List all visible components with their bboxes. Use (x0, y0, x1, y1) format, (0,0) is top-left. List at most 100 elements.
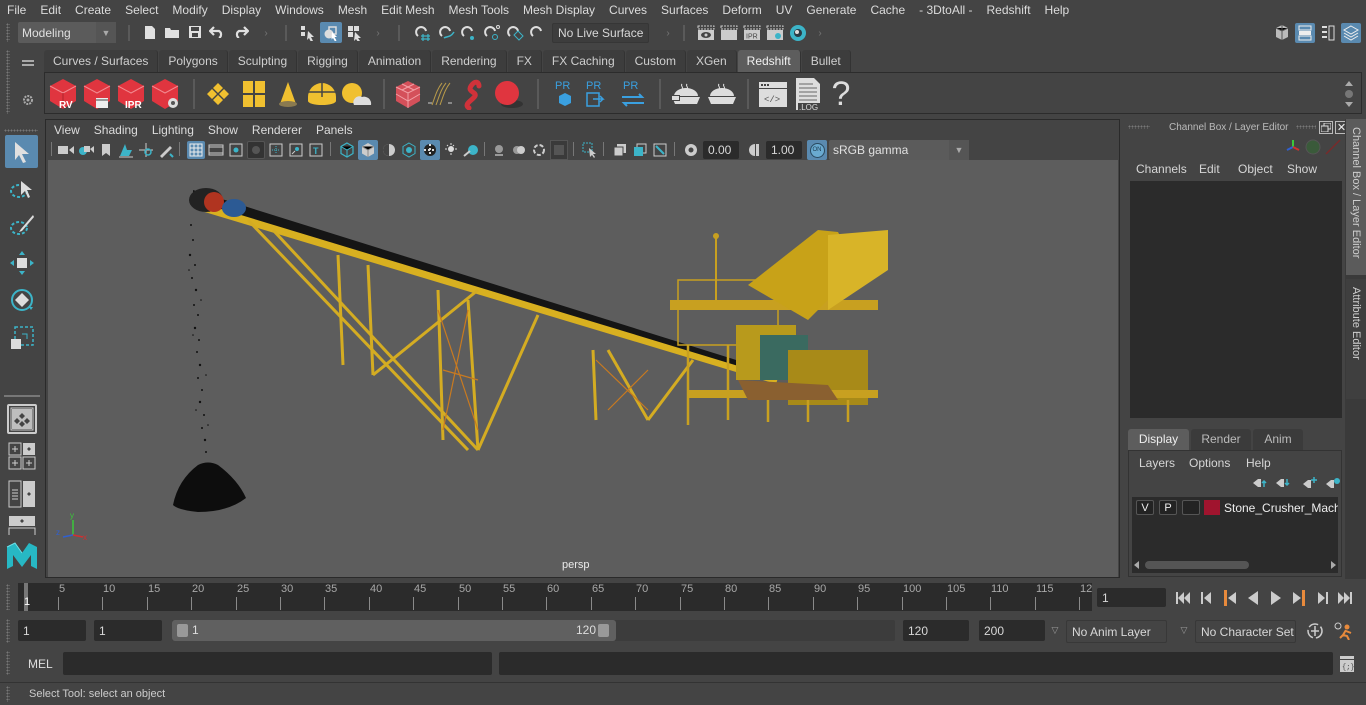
isolate-select-icon[interactable] (550, 140, 568, 160)
animation-end-field[interactable]: 200 (979, 620, 1045, 641)
timeline-grip[interactable] (6, 584, 10, 610)
speed-icon[interactable] (1305, 139, 1321, 155)
menu-display[interactable]: Display (215, 0, 268, 20)
range-end-handle[interactable] (598, 624, 609, 637)
select-tool-button[interactable] (5, 135, 38, 168)
viewport-menu-renderer[interactable]: Renderer (252, 123, 310, 137)
lasso-tool-button[interactable] (5, 173, 38, 206)
use-all-lights-icon[interactable] (420, 140, 440, 160)
character-set-field[interactable]: No Character Set (1195, 620, 1296, 643)
redshift-bake-icon[interactable] (669, 79, 703, 109)
shelf-tab-curves-surfaces[interactable]: Curves / Surfaces (44, 50, 159, 72)
select-components-icon[interactable] (344, 22, 366, 43)
range-start-handle[interactable] (177, 624, 188, 637)
layer-tab-display[interactable]: Display (1128, 429, 1189, 450)
xray-active-components-icon[interactable] (631, 141, 649, 159)
image-plane-icon[interactable] (117, 141, 135, 159)
layer-tab-anim[interactable]: Anim (1253, 429, 1303, 450)
hyper-icon[interactable] (1325, 139, 1341, 155)
snap-to-point-icon[interactable] (458, 22, 480, 43)
camera-attributes-icon[interactable] (77, 141, 95, 159)
grid-toggle-icon[interactable] (187, 141, 205, 159)
snap-magnet-icon[interactable] (527, 22, 549, 43)
redshift-log-icon[interactable]: .LOG (793, 76, 823, 112)
new-layer-selected-icon[interactable] (1325, 476, 1341, 490)
menu-surfaces[interactable]: Surfaces (654, 0, 715, 20)
safe-action-icon[interactable] (287, 141, 305, 159)
film-gate-icon[interactable] (207, 141, 225, 159)
render-view-icon[interactable] (696, 22, 716, 43)
new-scene-icon[interactable] (141, 23, 159, 41)
layer-display-type-toggle[interactable] (1182, 500, 1200, 515)
resolution-gate-icon[interactable] (227, 141, 245, 159)
shelf-settings-gear-icon[interactable] (20, 92, 36, 108)
xray-icon[interactable] (611, 141, 629, 159)
default-quality-lighting-icon[interactable] (380, 141, 398, 159)
redshift-ipr-icon[interactable]: IPR (115, 77, 147, 111)
time-slider[interactable]: 1 5 10 15 20 25 30 35 40 45 50 55 60 65 70 75 80 85 90 95 1… (18, 583, 1092, 611)
playback-start-field[interactable]: 1 (94, 620, 162, 641)
gate-mask-icon[interactable] (247, 141, 265, 159)
shelf-scroll-arrows[interactable] (1343, 79, 1355, 109)
redshift-script-editor-icon[interactable]: </> (757, 78, 789, 110)
layer-playback-toggle[interactable]: P (1159, 500, 1177, 515)
layer-tab-render[interactable]: Render (1191, 429, 1251, 450)
manipulator-axis-icon[interactable] (1285, 139, 1301, 155)
script-editor-icon[interactable]: {;} (1338, 654, 1356, 674)
redshift-portal-light-icon[interactable] (239, 79, 269, 109)
hypershade-icon[interactable] (788, 22, 808, 43)
ipr-render-icon[interactable]: IPR (742, 22, 762, 43)
paint-select-tool-button[interactable] (5, 209, 38, 242)
move-layer-down-icon[interactable] (1275, 476, 1291, 490)
multisample-aa-icon[interactable] (510, 141, 528, 159)
safe-title-icon[interactable]: T (307, 141, 325, 159)
help-line-grip[interactable] (6, 686, 10, 702)
redshift-bake-set-icon[interactable] (705, 79, 739, 109)
command-language-label[interactable]: MEL (28, 657, 53, 671)
redshift-proxy-sphere-icon[interactable] (491, 77, 525, 111)
shelf-tab-polygons[interactable]: Polygons (159, 50, 228, 72)
shelf-tab-fx[interactable]: FX (507, 50, 542, 72)
panel-grip[interactable] (1296, 125, 1316, 129)
textured-icon[interactable] (400, 141, 418, 159)
viewport-menu-shading[interactable]: Shading (94, 123, 146, 137)
channel-box-menu-channels[interactable]: Channels (1136, 162, 1187, 176)
step-back-frame-icon[interactable] (1196, 588, 1218, 607)
menu-create[interactable]: Create (68, 0, 118, 20)
step-back-key-icon[interactable] (1219, 588, 1241, 607)
viewport-menu-panels[interactable]: Panels (316, 123, 361, 137)
layer-menu-help[interactable]: Help (1246, 456, 1271, 470)
exposure-icon[interactable] (682, 141, 700, 159)
animation-preferences-icon[interactable] (1333, 621, 1355, 641)
select-camera-icon[interactable] (57, 141, 75, 159)
menu-edit-mesh[interactable]: Edit Mesh (374, 0, 441, 20)
redshift-sun-sky-icon[interactable] (339, 79, 373, 109)
collapse-arrow-icon[interactable]: › (816, 26, 824, 40)
go-to-end-icon[interactable] (1334, 588, 1356, 607)
range-slider-track[interactable]: 1 120 (172, 620, 895, 641)
redo-icon[interactable] (232, 23, 250, 41)
redshift-proxy-create-icon[interactable]: PR (553, 77, 577, 111)
select-hierarchy-icon[interactable] (297, 22, 319, 43)
live-surface-field[interactable]: No Live Surface (552, 23, 649, 43)
redshift-render-view-icon[interactable]: RV (47, 77, 79, 111)
shelf-tab-sculpting[interactable]: Sculpting (228, 50, 298, 72)
3d-viewport[interactable]: y z x persp (48, 160, 1118, 577)
snap-to-curve-icon[interactable] (436, 22, 458, 43)
render-settings-icon[interactable] (765, 22, 785, 43)
color-space-dropdown[interactable]: sRGB gamma ▼ (829, 140, 969, 160)
anim-layer-field[interactable]: No Anim Layer (1066, 620, 1167, 643)
grease-pencil-icon[interactable] (157, 141, 175, 159)
gamma-field[interactable]: 1.00 (766, 141, 802, 159)
shelf-tab-rendering[interactable]: Rendering (432, 50, 507, 72)
redshift-render-settings-icon[interactable] (149, 77, 181, 111)
modeling-toolkit-icon[interactable] (1273, 23, 1291, 41)
redshift-help-icon[interactable]: ? (829, 75, 853, 113)
step-forward-key-icon[interactable] (1288, 588, 1310, 607)
side-tab-attribute-editor[interactable]: Attribute Editor (1346, 279, 1366, 399)
side-tab-channel-box[interactable]: Channel Box / Layer Editor (1346, 119, 1366, 275)
menu-modify[interactable]: Modify (165, 0, 214, 20)
channel-box-menu-object[interactable]: Object (1238, 162, 1273, 176)
redshift-dome-light-icon[interactable] (305, 79, 339, 109)
channel-box-menu-edit[interactable]: Edit (1199, 162, 1220, 176)
